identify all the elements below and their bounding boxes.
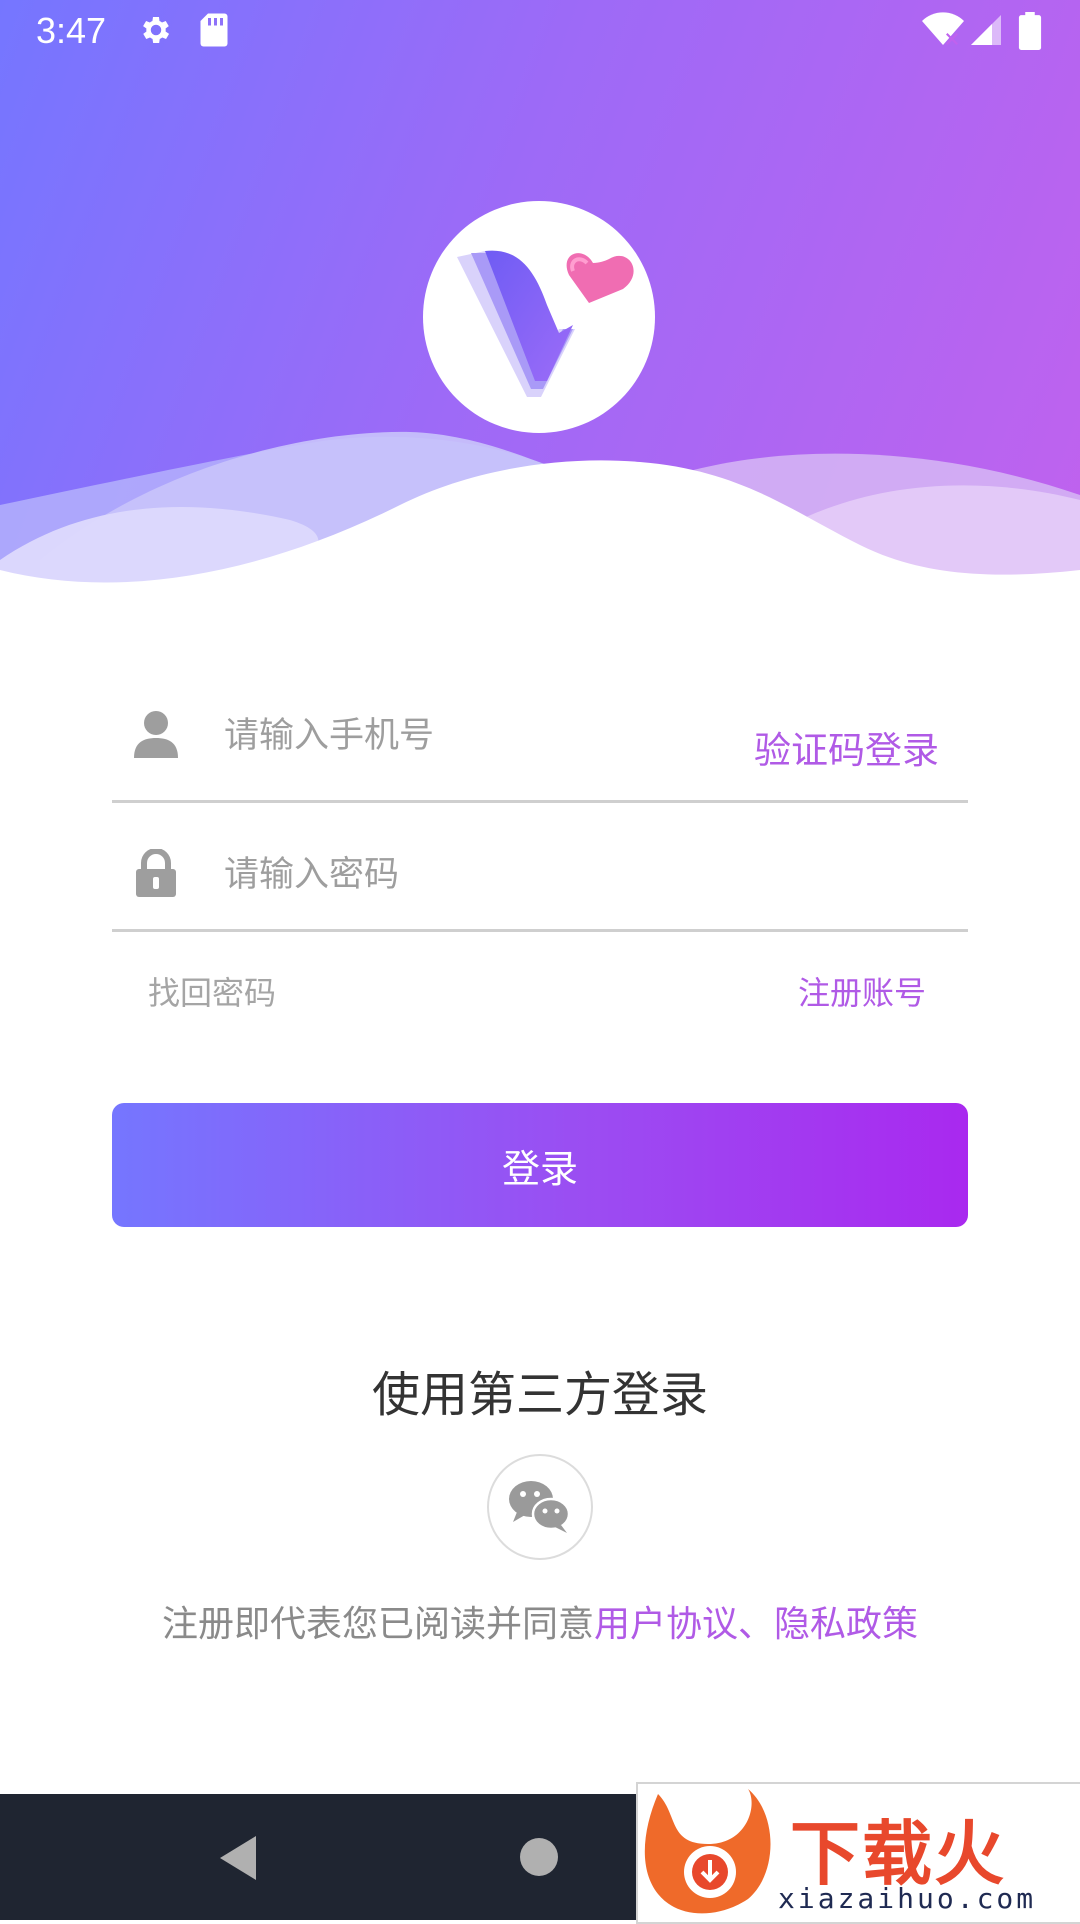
- agreement-prefix: 注册即代表您已阅读并同意: [161, 1604, 594, 1645]
- status-time: 3:47: [36, 10, 107, 51]
- wechat-login-button[interactable]: [487, 1454, 593, 1560]
- sms-login-link[interactable]: 验证码登录: [754, 720, 939, 774]
- user-icon: [134, 710, 178, 762]
- password-field: [112, 801, 968, 932]
- watermark-logo: 下载火 xiazaihuo.com: [636, 1782, 1080, 1924]
- header-banner: 3:47: [0, 0, 1080, 600]
- status-bar: 3:47: [0, 0, 1080, 64]
- agreement-separator: 、: [738, 1604, 775, 1645]
- flame-icon: [644, 1789, 771, 1914]
- phone-field: 验证码登录: [112, 672, 968, 803]
- phone-input[interactable]: [222, 708, 726, 764]
- watermark-url: xiazaihuo.com: [778, 1882, 1037, 1915]
- sd-card-icon: [198, 12, 230, 52]
- lock-icon: [134, 848, 178, 901]
- register-link[interactable]: 注册账号: [798, 968, 926, 1014]
- app-logo: [423, 201, 655, 433]
- user-agreement-link[interactable]: 用户协议: [594, 1604, 738, 1645]
- wifi-icon: [922, 12, 964, 52]
- battery-icon: [1018, 12, 1042, 54]
- password-input[interactable]: [222, 847, 726, 903]
- settings-icon: [138, 12, 174, 52]
- home-icon[interactable]: [519, 1837, 559, 1881]
- signal-icon: [968, 12, 1004, 52]
- forgot-password-link[interactable]: 找回密码: [148, 968, 276, 1014]
- back-icon[interactable]: [216, 1834, 260, 1886]
- agreement-text: 注册即代表您已阅读并同意用户协议、隐私政策: [0, 1595, 1080, 1647]
- third-party-login-title: 使用第三方登录: [371, 1367, 708, 1423]
- wechat-icon: [489, 1481, 591, 1562]
- login-button[interactable]: 登录: [112, 1103, 968, 1227]
- privacy-policy-link[interactable]: 隐私政策: [774, 1604, 918, 1645]
